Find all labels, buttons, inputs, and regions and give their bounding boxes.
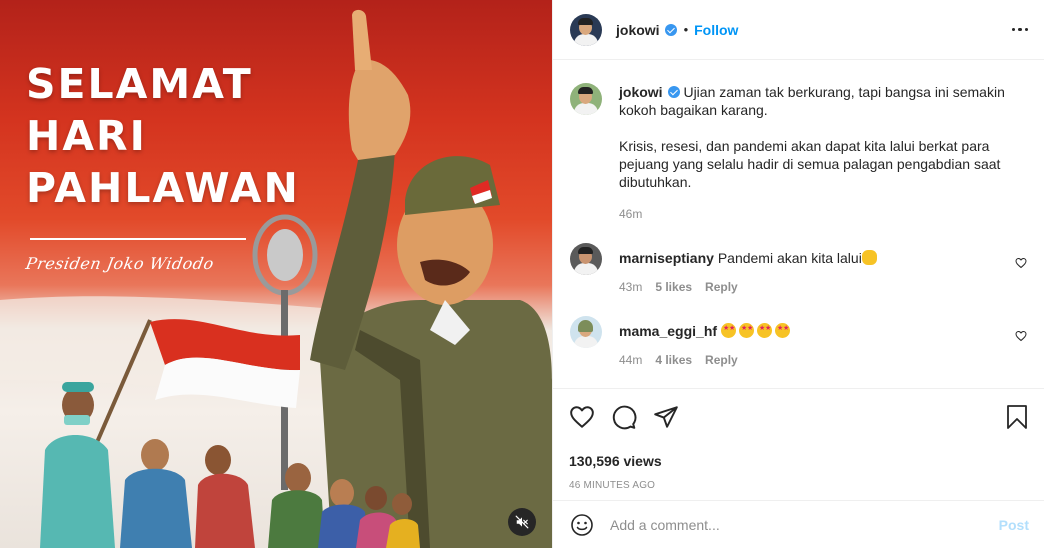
poster-title-line: PAHLAWAN [26, 164, 300, 212]
star-struck-emoji-icon [720, 323, 736, 338]
poster-subtitle: Presiden Joko Widodo [24, 254, 216, 273]
poster-divider [30, 238, 246, 240]
post-comment-button[interactable]: Post [999, 517, 1029, 533]
post-actions: 130,596 views 46 MINUTES AGO [553, 388, 1044, 491]
comment-username[interactable]: mama_eggi_hf [619, 323, 717, 339]
post-timestamp[interactable]: 46 MINUTES AGO [569, 480, 1029, 491]
emoji-smiley-icon[interactable] [570, 513, 594, 537]
star-struck-emoji-icon [774, 323, 790, 338]
more-options-icon[interactable] [1011, 27, 1028, 32]
comment-username[interactable]: marniseptiany [619, 250, 714, 266]
poster-title-line: HARI [26, 112, 147, 160]
share-button[interactable] [653, 404, 679, 430]
star-struck-emoji-icon [756, 323, 772, 338]
like-comment-heart-icon[interactable] [1015, 330, 1027, 342]
bookmark-icon [1007, 405, 1027, 429]
verified-badge-icon [667, 86, 680, 98]
caption-time[interactable]: 46m [619, 207, 642, 221]
post-media[interactable]: SELAMAT HARI PAHLAWAN Presiden Joko Wido… [0, 0, 552, 548]
speaker-muted-icon [515, 515, 529, 529]
reply-button[interactable]: Reply [705, 280, 738, 294]
like-button[interactable] [569, 404, 595, 430]
like-comment-heart-icon[interactable] [1015, 257, 1027, 269]
caption: jokowi Ujian zaman tak berkurang, tapi b… [570, 83, 1029, 221]
avatar[interactable] [570, 316, 602, 348]
separator-dot: • [683, 22, 689, 37]
reply-button[interactable]: Reply [705, 353, 738, 367]
comment-input[interactable] [610, 516, 999, 533]
comment-likes[interactable]: 5 likes [655, 280, 692, 294]
comment-item: marniseptiany Pandemi akan kita lalui 43… [570, 243, 1029, 294]
clapping-hands-emoji-icon [861, 250, 877, 265]
avatar[interactable] [570, 243, 602, 275]
comment-button[interactable] [611, 404, 637, 430]
hero-figure [310, 9, 552, 548]
comment-bubble-icon [612, 405, 637, 430]
author-username[interactable]: jokowi [616, 22, 660, 38]
poster-title-line: SELAMAT [26, 60, 253, 108]
add-comment-bar: Post [553, 500, 1044, 548]
save-button[interactable] [1005, 404, 1029, 430]
comment-time[interactable]: 43m [619, 280, 642, 294]
poster-title: SELAMAT HARI PAHLAWAN [26, 58, 300, 214]
verified-badge-icon [664, 23, 677, 36]
comment-item: mama_eggi_hf 44m 4 likes Reply [570, 316, 1029, 367]
mute-button[interactable] [508, 508, 536, 536]
view-count[interactable]: 130,596 views [569, 453, 1029, 469]
comments-list[interactable]: jokowi Ujian zaman tak berkurang, tapi b… [553, 61, 1044, 387]
paper-plane-icon [654, 406, 678, 428]
caption-username[interactable]: jokowi [619, 84, 663, 100]
follow-button[interactable]: Follow [694, 22, 738, 38]
comment-likes[interactable]: 4 likes [655, 353, 692, 367]
comment-time[interactable]: 44m [619, 353, 642, 367]
post-sidebar: jokowi • Follow jokowi Ujian zaman tak b… [552, 0, 1044, 548]
avatar[interactable] [570, 83, 602, 115]
avatar[interactable] [570, 13, 602, 46]
post-header: jokowi • Follow [553, 0, 1044, 60]
caption-paragraph: Krisis, resesi, dan pandemi akan dapat k… [619, 138, 1001, 190]
heart-icon [570, 406, 594, 428]
star-struck-emoji-icon [738, 323, 754, 338]
comment-text: Pandemi akan kita lalui [717, 250, 862, 266]
